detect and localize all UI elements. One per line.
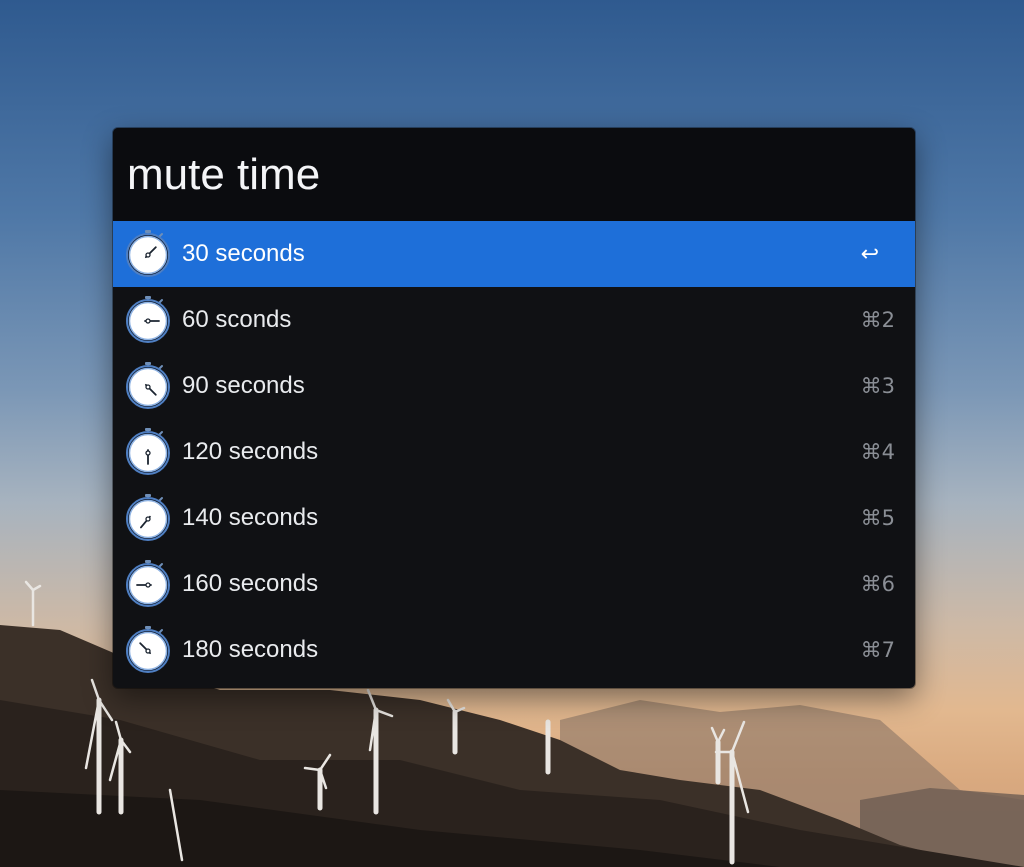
stopwatch-icon: [123, 426, 173, 476]
result-title: 160 seconds: [182, 570, 319, 597]
enter-key-icon: ↩: [860, 241, 879, 267]
result-item[interactable]: 140 seconds ⌘5: [113, 485, 915, 551]
result-item[interactable]: 160 seconds ⌘6: [113, 551, 915, 617]
result-title: 30 seconds: [182, 240, 305, 267]
result-item[interactable]: 60 sconds ⌘2: [113, 287, 915, 353]
shortcut-hint: ⌘6: [860, 572, 895, 596]
result-title: 120 seconds: [182, 438, 319, 465]
stopwatch-icon: [123, 294, 173, 344]
stopwatch-icon: [123, 558, 173, 608]
shortcut-hint: ⌘5: [860, 506, 895, 530]
stopwatch-icon: [123, 228, 173, 278]
result-item[interactable]: 30 seconds ↩: [113, 221, 915, 287]
search-bar: [113, 128, 915, 221]
shortcut-hint: ⌘3: [860, 374, 895, 398]
search-input[interactable]: [127, 149, 887, 200]
result-title: 90 seconds: [182, 372, 305, 399]
results-list: 30 seconds ↩ 60 sconds ⌘2 90 seconds ⌘3 120 se…: [113, 221, 915, 683]
result-item[interactable]: 90 seconds ⌘3: [113, 353, 915, 419]
stopwatch-icon: [123, 624, 173, 674]
result-title: 60 sconds: [182, 306, 292, 333]
shortcut-hint: ⌘4: [860, 440, 895, 464]
shortcut-hint: ⌘7: [860, 638, 895, 662]
result-title: 180 seconds: [182, 636, 319, 663]
launcher-window: 30 seconds ↩ 60 sconds ⌘2 90 seconds ⌘3 120 se…: [113, 128, 915, 688]
shortcut-hint: ⌘2: [860, 308, 895, 332]
result-item[interactable]: 120 seconds ⌘4: [113, 419, 915, 485]
result-item[interactable]: 180 seconds ⌘7: [113, 617, 915, 683]
stopwatch-icon: [123, 360, 173, 410]
result-title: 140 seconds: [182, 504, 319, 531]
stopwatch-icon: [123, 492, 173, 542]
